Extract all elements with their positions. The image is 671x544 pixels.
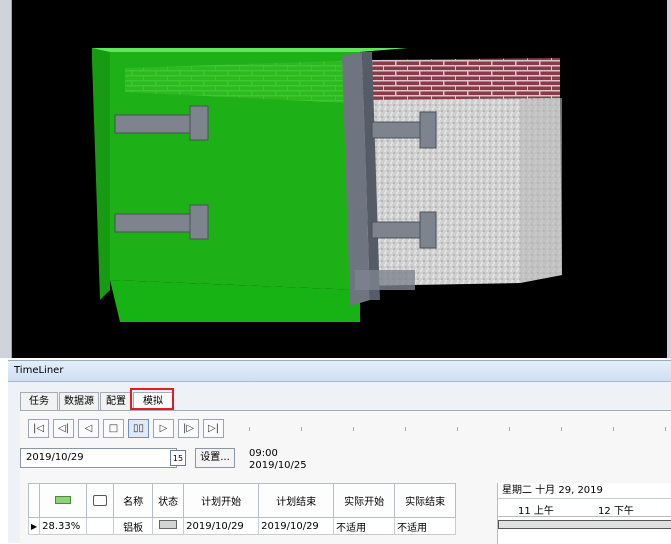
gantt-slot-11am: 11 上午 bbox=[518, 506, 554, 517]
tab-config[interactable]: 配置 bbox=[100, 392, 132, 411]
row-indicator-header bbox=[27, 483, 41, 518]
task-table: 名称 状态 计划开始 计划结束 实际开始 实际结束 ▶ 28.33% 铝板 20… bbox=[27, 483, 457, 535]
row-actual-start: 不适用 bbox=[333, 517, 396, 535]
row-name: 铝板 bbox=[113, 517, 154, 535]
green-panel-front bbox=[110, 48, 360, 290]
table-row[interactable]: ▶ 28.33% 铝板 2019/10/29 2019/10/29 不适用 不适… bbox=[27, 517, 457, 535]
status-bar-icon bbox=[159, 520, 178, 529]
panel-title-bar: TimeLiner bbox=[8, 361, 671, 382]
tab-data-source[interactable]: 数据源 bbox=[59, 392, 99, 411]
calendar-icon[interactable]: 15 bbox=[170, 450, 186, 466]
panel-title: TimeLiner bbox=[14, 365, 64, 376]
status-column-header[interactable]: 状态 bbox=[152, 483, 185, 518]
row-progress: 28.33% bbox=[39, 517, 88, 535]
row-status bbox=[152, 517, 185, 535]
current-date: 2019/10/25 bbox=[249, 460, 307, 471]
current-time-readout: 09:00 2019/10/25 bbox=[249, 448, 307, 472]
actual-end-header[interactable]: 实际结束 bbox=[394, 483, 457, 518]
3d-viewport[interactable] bbox=[0, 0, 671, 358]
row-planned-end: 2019/10/29 bbox=[258, 517, 335, 535]
row-comment bbox=[86, 517, 115, 535]
progress-column-header[interactable] bbox=[39, 483, 88, 518]
actual-start-header[interactable]: 实际开始 bbox=[333, 483, 396, 518]
go-to-end-button[interactable]: ▷| bbox=[203, 419, 224, 438]
gantt-task-bar[interactable] bbox=[498, 520, 671, 529]
current-time: 09:00 bbox=[249, 448, 278, 459]
go-to-start-button[interactable]: |◁ bbox=[28, 419, 49, 438]
stop-button[interactable]: □ bbox=[103, 419, 124, 438]
progress-bar-icon bbox=[55, 496, 72, 504]
simulate-content: |◁ ◁| ◁ □ ▯▯ ▷ |▷ ▷| 2019/10/29 15 设置...… bbox=[20, 410, 671, 544]
date-field[interactable]: 2019/10/29 bbox=[20, 448, 177, 468]
settings-button[interactable]: 设置... bbox=[195, 448, 235, 468]
tab-highlight-box bbox=[130, 388, 174, 410]
name-column-header[interactable]: 名称 bbox=[113, 483, 154, 518]
green-panel-side bbox=[92, 48, 110, 300]
3d-scene bbox=[92, 48, 562, 322]
gantt-time-header: 11 上午 12 下午 bbox=[498, 500, 671, 517]
play-button[interactable]: ▷ bbox=[153, 419, 174, 438]
gantt-chart[interactable]: 星期二 十月 29, 2019 11 上午 12 下午 bbox=[497, 483, 671, 544]
pause-button[interactable]: ▯▯ bbox=[128, 419, 149, 438]
gantt-date-header: 星期二 十月 29, 2019 bbox=[498, 483, 671, 499]
row-actual-end: 不适用 bbox=[394, 517, 457, 535]
play-reverse-button[interactable]: ◁ bbox=[78, 419, 99, 438]
comment-icon bbox=[93, 494, 108, 506]
planned-end-header[interactable]: 计划结束 bbox=[258, 483, 335, 518]
comment-column-header[interactable] bbox=[86, 483, 115, 518]
gantt-slot-12pm: 12 下午 bbox=[598, 506, 634, 517]
step-forward-button[interactable]: |▷ bbox=[178, 419, 199, 438]
step-back-button[interactable]: ◁| bbox=[53, 419, 74, 438]
planned-start-header[interactable]: 计划开始 bbox=[183, 483, 260, 518]
timeliner-panel: TimeLiner 任务 数据源 配置 模拟 |◁ ◁| ◁ □ ▯▯ ▷ |▷… bbox=[8, 360, 671, 544]
tab-tasks[interactable]: 任务 bbox=[20, 392, 58, 411]
row-planned-start: 2019/10/29 bbox=[183, 517, 260, 535]
table-header-row: 名称 状态 计划开始 计划结束 实际开始 实际结束 bbox=[27, 483, 457, 518]
row-indicator[interactable]: ▶ bbox=[27, 517, 41, 535]
time-slider[interactable] bbox=[249, 427, 669, 433]
